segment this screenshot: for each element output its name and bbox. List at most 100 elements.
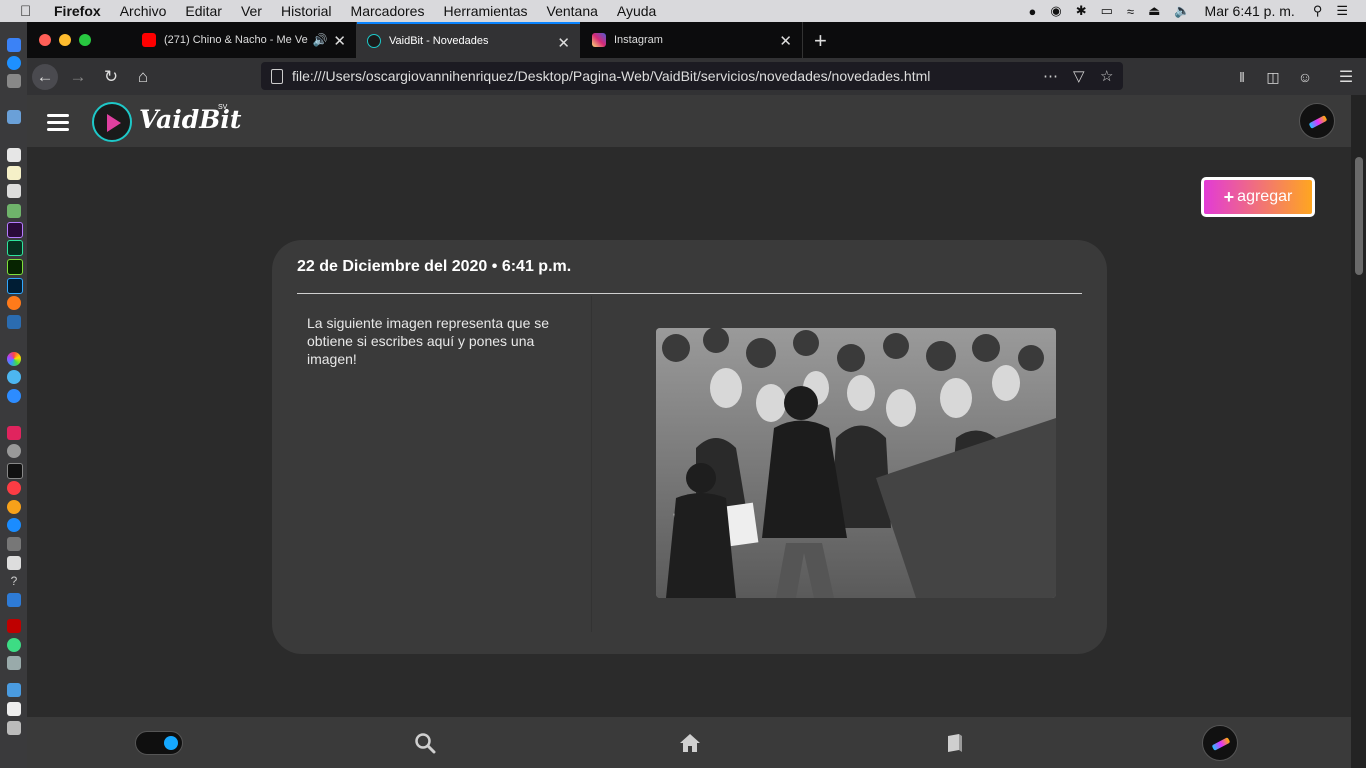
- close-window-button[interactable]: [39, 34, 51, 46]
- vaidbit-logo[interactable]: [92, 102, 132, 142]
- terminal-icon[interactable]: [7, 463, 23, 479]
- search-icon[interactable]: [414, 732, 436, 754]
- eject-icon[interactable]: ⏏: [1148, 3, 1160, 19]
- tab-label: Instagram: [614, 34, 663, 46]
- bluetooth-icon[interactable]: ✱: [1076, 3, 1087, 19]
- account-icon[interactable]: ☺: [1292, 64, 1318, 90]
- books-icon[interactable]: [7, 500, 21, 514]
- home-icon[interactable]: [679, 732, 701, 754]
- scrollbar-thumb[interactable]: [1355, 157, 1363, 275]
- close-tab-icon[interactable]: ✕: [779, 32, 792, 50]
- plus-icon: +: [1223, 186, 1235, 207]
- dreamweaver-icon[interactable]: [7, 259, 23, 275]
- new-tab-icon[interactable]: +: [814, 28, 827, 54]
- instagram-icon: [592, 33, 606, 47]
- minimize-window-button[interactable]: [59, 34, 71, 46]
- tab-youtube[interactable]: (271) Chino & Nacho - Me Ve 🔊 ✕: [130, 22, 357, 58]
- firefox-icon[interactable]: [7, 296, 21, 310]
- post-date: 22 de Diciembre del 2020 • 6:41 p.m.: [297, 258, 572, 275]
- tab-vaidbit[interactable]: VaidBit - Novedades ✕: [357, 22, 580, 58]
- safari-icon[interactable]: [7, 56, 21, 70]
- spotlight-icon[interactable]: ⚲: [1313, 3, 1323, 19]
- brand-superscript: SV: [218, 104, 228, 111]
- photos-icon[interactable]: [7, 352, 21, 366]
- book-icon[interactable]: [944, 732, 966, 754]
- home-icon[interactable]: ⌂: [130, 64, 156, 90]
- folder-icon[interactable]: [7, 683, 21, 697]
- notification-center-icon[interactable]: ☰: [1336, 3, 1348, 19]
- post-image[interactable]: [656, 328, 1056, 598]
- document-icon[interactable]: [7, 702, 21, 716]
- library-icon[interactable]: ‖: [1229, 64, 1255, 90]
- menu-marcadores[interactable]: Marcadores: [351, 3, 425, 19]
- menu-historial[interactable]: Historial: [281, 3, 332, 19]
- navigation-bar: ← → ↻ ⌂ file:///Users/oscargiovannihenri…: [27, 58, 1366, 95]
- status-area: ● ◉ ✱ ▭ ≈ ⏏ 🔈 Mar 6:41 p. m. ⚲ ☰: [1029, 0, 1366, 22]
- page-scrollbar[interactable]: [1351, 95, 1366, 768]
- menu-app-name[interactable]: Firefox: [54, 3, 101, 19]
- apple-icon[interactable]: : [20, 3, 36, 20]
- finder-icon[interactable]: [7, 38, 21, 52]
- malwarebytes-icon[interactable]: ◉: [1050, 3, 1061, 19]
- android-icon[interactable]: [7, 638, 21, 652]
- zoom-window-button[interactable]: [79, 34, 91, 46]
- photoshop-icon[interactable]: [7, 278, 23, 294]
- app-icon[interactable]: [7, 315, 21, 329]
- menu-herramientas[interactable]: Herramientas: [443, 3, 527, 19]
- vaidbit-icon: [367, 34, 381, 48]
- menubar-clock[interactable]: Mar 6:41 p. m.: [1205, 3, 1295, 19]
- trash-icon[interactable]: [7, 721, 21, 735]
- creative-cloud-icon[interactable]: ●: [1029, 4, 1037, 19]
- back-arrow-icon[interactable]: ←: [32, 64, 58, 90]
- xcode-icon[interactable]: [7, 593, 21, 607]
- spiral-icon[interactable]: [7, 444, 21, 458]
- menu-ventana[interactable]: Ventana: [547, 3, 598, 19]
- menu-editar[interactable]: Editar: [185, 3, 222, 19]
- tab-instagram[interactable]: Instagram ✕: [580, 22, 803, 58]
- bookmark-star-icon[interactable]: ☆: [1100, 67, 1113, 85]
- user-avatar[interactable]: [1299, 103, 1335, 139]
- messages-icon[interactable]: [7, 389, 21, 403]
- menu-ayuda[interactable]: Ayuda: [617, 3, 656, 19]
- reload-icon[interactable]: ↻: [98, 64, 124, 90]
- speaker-icon[interactable]: 🔊: [313, 33, 328, 47]
- preview-icon[interactable]: [7, 110, 21, 124]
- launchpad-icon[interactable]: [7, 74, 21, 88]
- web-page: VaidBit SV + agregar 22 de Diciembre del…: [27, 95, 1351, 768]
- airplay-icon[interactable]: ▭: [1101, 3, 1113, 19]
- sidebar-icon[interactable]: ◫: [1260, 64, 1286, 90]
- disk-icon[interactable]: [7, 556, 21, 570]
- hamburger-menu-icon[interactable]: [47, 114, 69, 131]
- textedit-icon[interactable]: [7, 184, 21, 198]
- menu-archivo[interactable]: Archivo: [120, 3, 167, 19]
- calendar-icon[interactable]: [7, 148, 21, 162]
- app-store-icon[interactable]: [7, 518, 21, 532]
- yoast-icon[interactable]: [7, 426, 21, 440]
- menu-ver[interactable]: Ver: [241, 3, 262, 19]
- premiere-icon[interactable]: [7, 222, 23, 238]
- menu-icon[interactable]: ☰: [1333, 64, 1359, 90]
- youtube-icon: [142, 33, 156, 47]
- pocket-icon[interactable]: ▽: [1073, 67, 1085, 85]
- add-post-button[interactable]: + agregar: [1201, 177, 1315, 217]
- close-tab-icon[interactable]: ✕: [333, 32, 346, 50]
- url-bar[interactable]: file:///Users/oscargiovannihenriquez/Des…: [261, 62, 1123, 90]
- forward-arrow-icon[interactable]: →: [65, 64, 91, 90]
- help-icon[interactable]: ?: [7, 574, 21, 588]
- chrome-icon[interactable]: [7, 370, 21, 384]
- filezilla-icon[interactable]: [7, 619, 21, 633]
- audition-icon[interactable]: [7, 240, 23, 256]
- theme-toggle-switch[interactable]: [135, 731, 183, 755]
- drive-icon[interactable]: [7, 656, 21, 670]
- url-text: file:///Users/oscargiovannihenriquez/Des…: [292, 68, 931, 84]
- maps-icon[interactable]: [7, 204, 21, 218]
- profile-avatar[interactable]: [1202, 725, 1238, 761]
- add-post-label: agregar: [1237, 188, 1293, 205]
- volume-icon[interactable]: 🔈: [1174, 3, 1190, 19]
- music-icon[interactable]: [7, 481, 21, 495]
- system-preferences-icon[interactable]: [7, 537, 21, 551]
- close-tab-icon[interactable]: ✕: [557, 34, 570, 52]
- notes-icon[interactable]: [7, 166, 21, 180]
- page-actions-icon[interactable]: ⋯: [1043, 67, 1058, 85]
- wifi-icon[interactable]: ≈: [1127, 4, 1134, 19]
